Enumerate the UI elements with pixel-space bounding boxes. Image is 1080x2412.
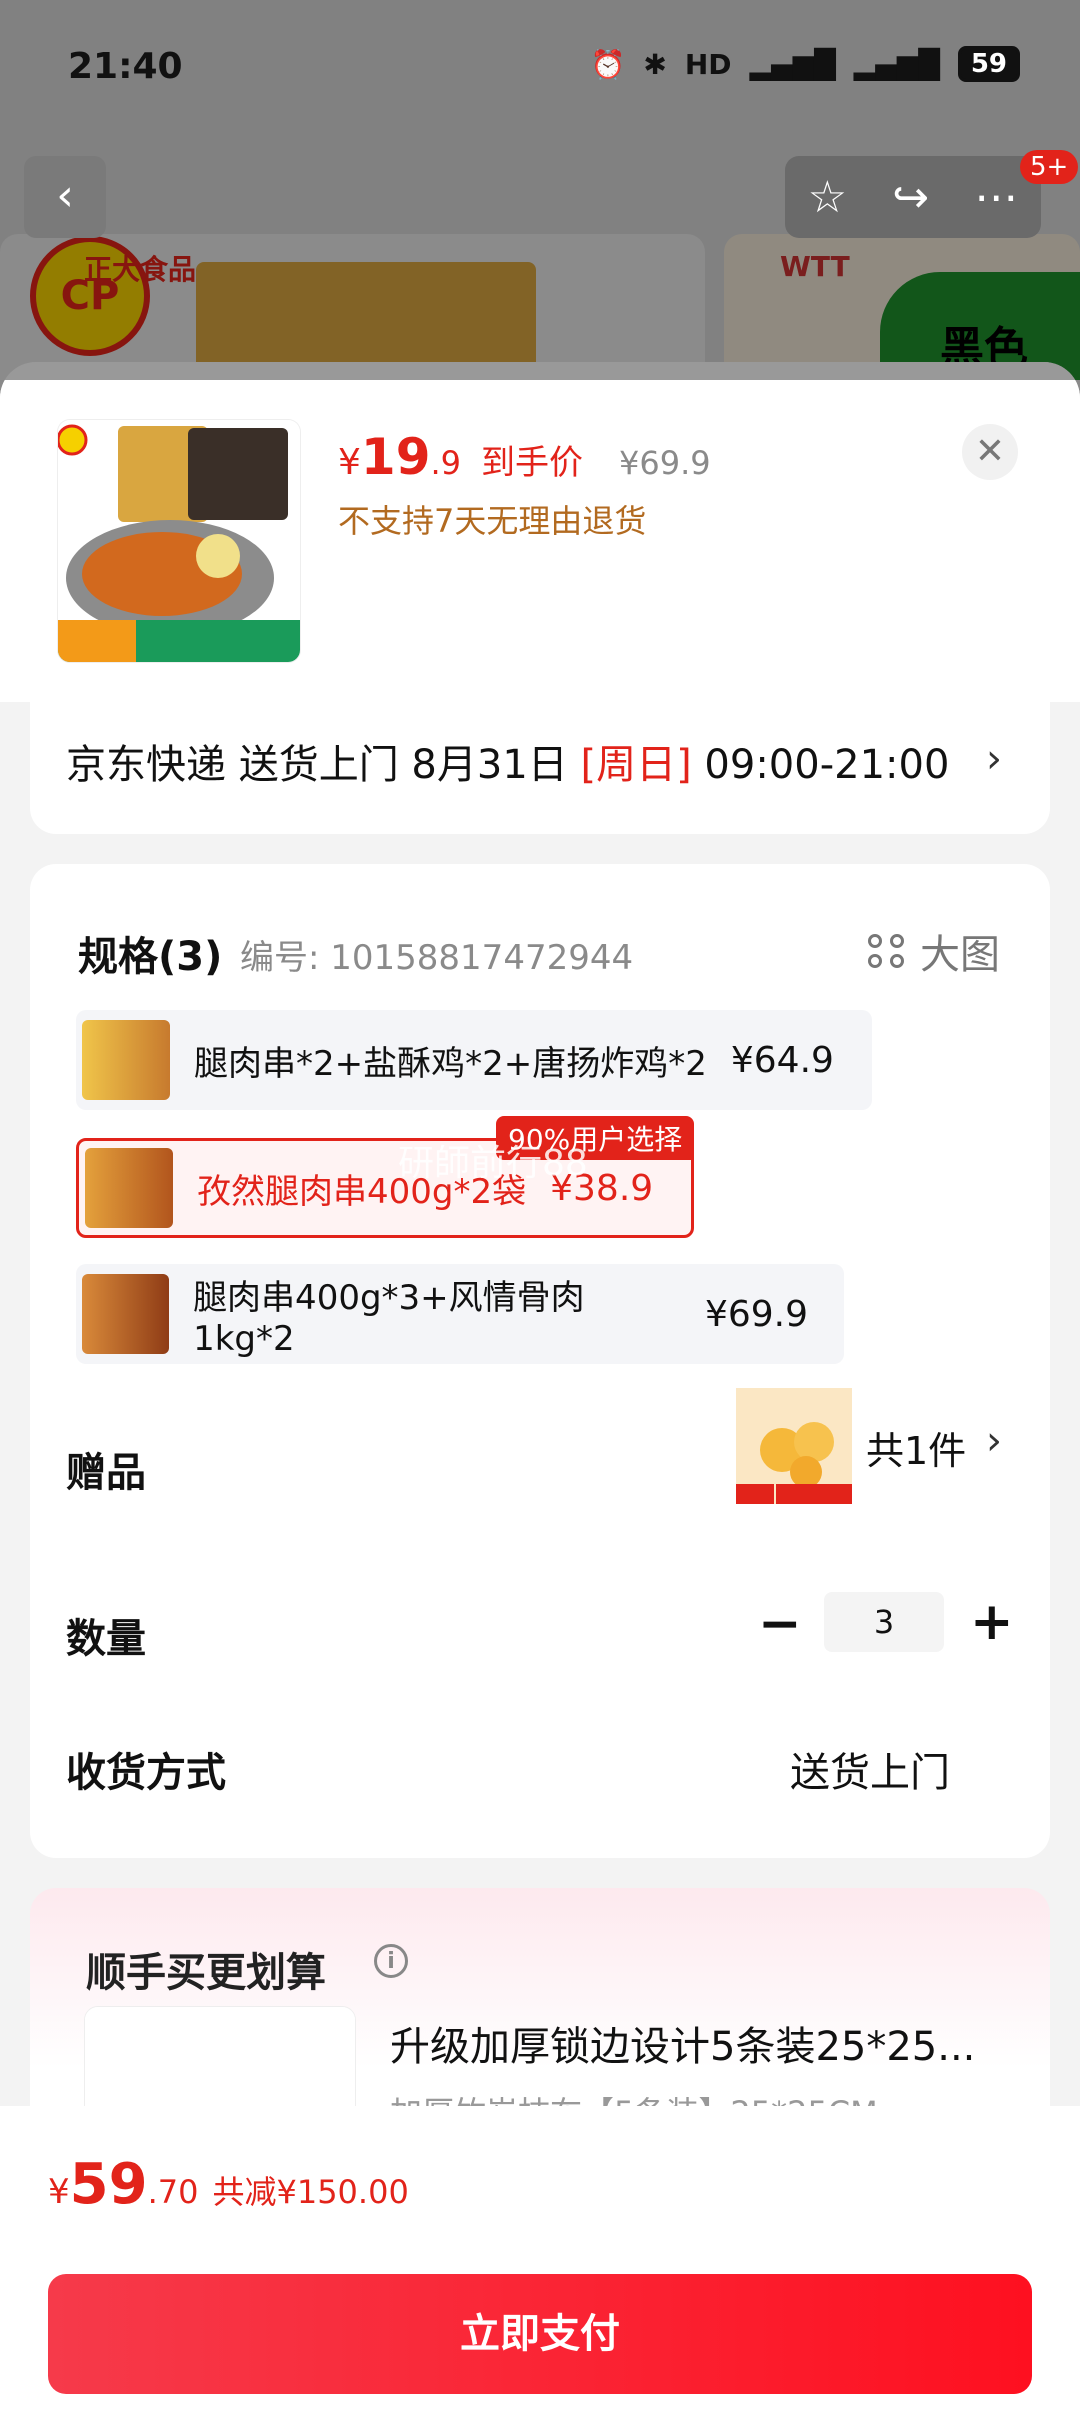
background-page: CP 正大食品 WTT 黑色 21:40 ⏰ ✱ HD ▂▄▆█ ▂▄▆█ 59… — [0, 0, 1080, 380]
total-decimal: .70 — [147, 2173, 199, 2211]
hd-icon: HD — [684, 47, 732, 81]
upsell-title: 顺手买更划算 — [86, 1950, 326, 1996]
option-thumbnail — [82, 1274, 170, 1354]
original-price: ¥69.9 — [619, 444, 711, 482]
chevron-right-icon: › — [986, 736, 1002, 782]
watermark-text: 研師前行88 — [398, 1143, 588, 1184]
battery-icon: 59 — [957, 46, 1020, 82]
gift-count[interactable]: 共1件 — [866, 1420, 966, 1475]
option-thumbnail — [82, 1020, 170, 1100]
spec-title: 规格(3) — [78, 934, 223, 980]
spec-option[interactable]: 腿肉串*2+盐酥鸡*2+唐扬炸鸡*2 ¥64.9 — [76, 1010, 872, 1110]
status-icons: ⏰ ✱ HD ▂▄▆█ ▂▄▆█ 59 — [590, 46, 1020, 82]
signal-5g-icon: ▂▄▆█ — [853, 47, 940, 81]
total-currency: ¥ — [48, 2172, 70, 2212]
sheet-header: ¥ 19 .9 到手价 ¥69.9 不支持7天无理由退货 ✕ — [0, 362, 1080, 702]
delivery-time: 09:00-21:00 — [691, 742, 950, 788]
status-time: 21:40 — [68, 46, 183, 87]
star-icon[interactable]: ☆ — [808, 172, 847, 223]
shipping-method-label: 收货方式 — [66, 1750, 226, 1796]
pay-now-button[interactable]: 立即支付 — [48, 2274, 1032, 2394]
upsell-item-name[interactable]: 升级加厚锁边设计5条装25*25... — [390, 2014, 975, 2072]
product-image-art — [58, 420, 300, 662]
notification-badge: 5+ — [1020, 150, 1079, 184]
status-bar: 21:40 ⏰ ✱ HD ▂▄▆█ ▂▄▆█ 59 — [0, 0, 1080, 140]
delivery-prefix: 京东快递 送货上门 8月31日 — [66, 742, 581, 788]
big-image-button[interactable]: 大图 — [868, 922, 1000, 980]
close-button[interactable]: ✕ — [962, 424, 1018, 480]
nav-actions: ☆ ↪ ⋯ — [785, 156, 1041, 238]
spec-code: 编号: 10158817472944 — [240, 938, 634, 978]
share-icon[interactable]: ↪ — [892, 172, 929, 223]
price-label: 到手价 — [481, 443, 584, 483]
price-decimal: .9 — [430, 444, 462, 482]
total-savings: 共减¥150.00 — [212, 2173, 409, 2211]
option-label: 腿肉串400g*3+风情骨肉1kg*2 — [193, 1277, 585, 1359]
back-button[interactable]: ‹ — [24, 156, 106, 238]
options-card: 规格(3) 编号: 10158817472944 大图 腿肉串*2+盐酥鸡*2+… — [30, 864, 1050, 1858]
chevron-left-icon: ‹ — [56, 170, 74, 221]
gift-image-art — [732, 1384, 856, 1508]
shipping-method-value[interactable]: 送货上门 — [790, 1740, 950, 1798]
info-icon[interactable]: i — [374, 1944, 408, 1978]
alarm-icon: ⏰ — [590, 47, 626, 81]
spec-option[interactable]: 腿肉串400g*3+风情骨肉1kg*2 ¥69.9 — [76, 1264, 844, 1364]
delivery-row[interactable]: 京东快递 送货上门 8月31日 [周日] 09:00-21:00 › — [30, 694, 1050, 834]
quantity-label: 数量 — [66, 1616, 146, 1662]
price-currency: ¥ — [338, 442, 361, 483]
checkout-footer: ¥ 59 .70 共减¥150.00 立即支付 — [0, 2106, 1080, 2412]
delivery-weekday: [周日] — [580, 742, 692, 788]
signal-4g-icon: ▂▄▆█ — [749, 47, 836, 81]
gift-image[interactable] — [732, 1384, 856, 1508]
purchase-sheet: ¥ 19 .9 到手价 ¥69.9 不支持7天无理由退货 ✕ 京东快递 送货上门… — [0, 362, 1080, 2412]
option-price: ¥69.9 — [704, 1293, 808, 1335]
close-icon: ✕ — [974, 431, 1006, 472]
price-row: ¥ 19 .9 到手价 ¥69.9 — [338, 428, 711, 486]
option-thumbnail — [85, 1148, 173, 1228]
grid-icon — [868, 934, 906, 968]
product-image[interactable] — [58, 420, 300, 662]
quantity-input[interactable]: 3 — [824, 1592, 944, 1652]
big-image-label: 大图 — [920, 932, 1000, 978]
chevron-right-icon[interactable]: › — [986, 1418, 1002, 1464]
gift-label: 赠品 — [66, 1450, 146, 1496]
more-icon[interactable]: ⋯ — [974, 172, 1018, 223]
delivery-text: 京东快递 送货上门 8月31日 [周日] 09:00-21:00 — [66, 732, 949, 790]
bluetooth-icon: ✱ — [643, 47, 667, 81]
quantity-decrease-button[interactable]: − — [758, 1594, 802, 1654]
total-integer: 59 — [69, 2152, 148, 2217]
option-label: 腿肉串*2+盐酥鸡*2+唐扬炸鸡*2 — [194, 1043, 707, 1084]
total-row: ¥ 59 .70 共减¥150.00 — [48, 2152, 409, 2217]
return-policy: 不支持7天无理由退货 — [338, 502, 647, 540]
quantity-increase-button[interactable]: + — [970, 1592, 1014, 1652]
price-integer: 19 — [360, 428, 431, 486]
option-price: ¥64.9 — [730, 1039, 834, 1081]
